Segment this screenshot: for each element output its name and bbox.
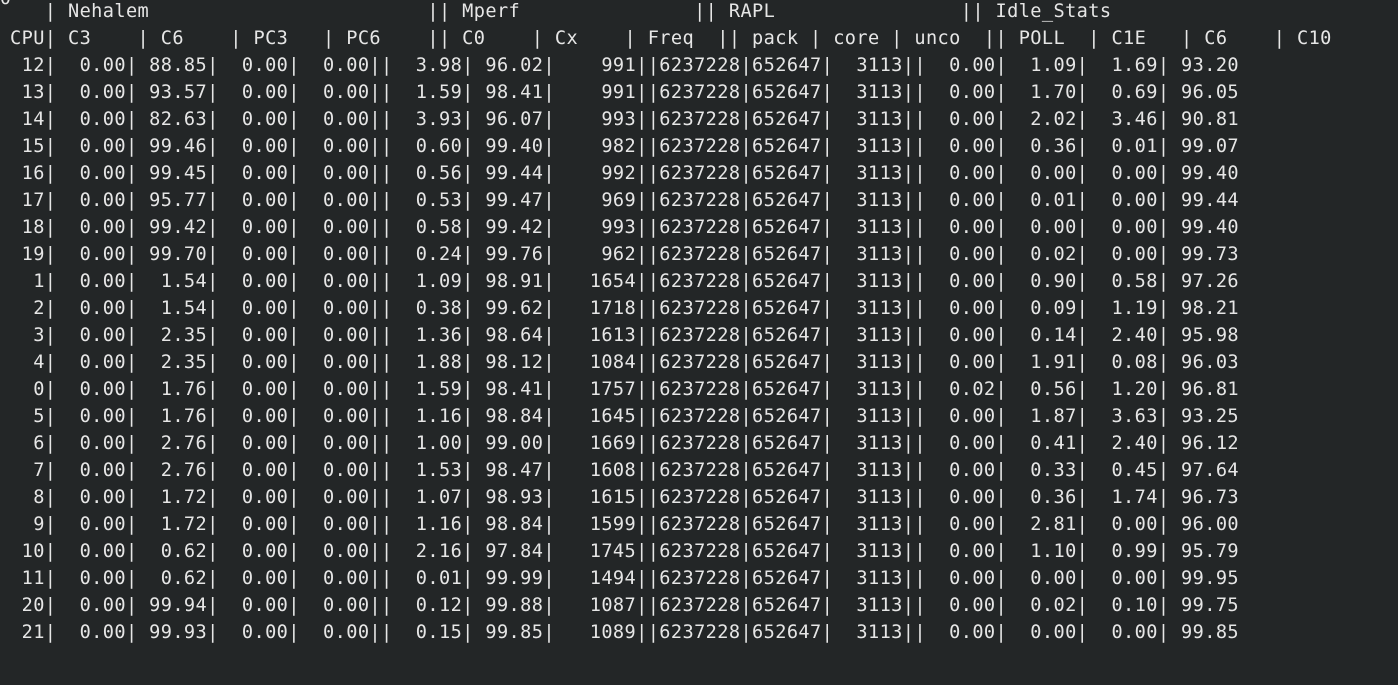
table-row: 10| 0.00| 0.62| 0.00| 0.00|| 2.16| 97.84… [10, 541, 1240, 562]
table-row: 4| 0.00| 2.35| 0.00| 0.00|| 1.88| 98.12|… [10, 352, 1240, 373]
table-row: 1| 0.00| 1.54| 0.00| 0.00|| 1.09| 98.91|… [10, 271, 1240, 292]
table-row: 11| 0.00| 0.62| 0.00| 0.00|| 0.01| 99.99… [10, 568, 1240, 589]
table-row: 3| 0.00| 2.35| 0.00| 0.00|| 1.36| 98.64|… [10, 325, 1240, 346]
table-row: 21| 0.00| 99.93| 0.00| 0.00|| 0.15| 99.8… [10, 622, 1240, 643]
table-row: 5| 0.00| 1.76| 0.00| 0.00|| 1.16| 98.84|… [10, 406, 1240, 427]
table-row: 20| 0.00| 99.94| 0.00| 0.00|| 0.12| 99.8… [10, 595, 1240, 616]
column-header-line: CPU| C3 | C6 | PC3 | PC6 || C0 | Cx | Fr… [10, 28, 1332, 49]
turbostat-output: | Nehalem || Mperf || RAPL || Idle_Stats… [10, 0, 1332, 646]
group-header-line: | Nehalem || Mperf || RAPL || Idle_Stats [10, 1, 1112, 22]
terminal-window[interactable]: 0 | Nehalem || Mperf || RAPL || Idle_Sta… [0, 0, 1398, 685]
table-row: 0| 0.00| 1.76| 0.00| 0.00|| 1.59| 98.41|… [10, 379, 1240, 400]
table-row: 19| 0.00| 99.70| 0.00| 0.00|| 0.24| 99.7… [10, 244, 1240, 265]
table-row: 12| 0.00| 88.85| 0.00| 0.00|| 3.98| 96.0… [10, 55, 1240, 76]
table-row: 16| 0.00| 99.45| 0.00| 0.00|| 0.56| 99.4… [10, 163, 1240, 184]
table-row: 6| 0.00| 2.76| 0.00| 0.00|| 1.00| 99.00|… [10, 433, 1240, 454]
table-row: 8| 0.00| 1.72| 0.00| 0.00|| 1.07| 98.93|… [10, 487, 1240, 508]
table-row: 15| 0.00| 99.46| 0.00| 0.00|| 0.60| 99.4… [10, 136, 1240, 157]
table-row: 9| 0.00| 1.72| 0.00| 0.00|| 1.16| 98.84|… [10, 514, 1240, 535]
table-row: 2| 0.00| 1.54| 0.00| 0.00|| 0.38| 99.62|… [10, 298, 1240, 319]
table-row: 17| 0.00| 95.77| 0.00| 0.00|| 0.53| 99.4… [10, 190, 1240, 211]
table-row: 13| 0.00| 93.57| 0.00| 0.00|| 1.59| 98.4… [10, 82, 1240, 103]
table-row: 14| 0.00| 82.63| 0.00| 0.00|| 3.93| 96.0… [10, 109, 1240, 130]
table-row: 7| 0.00| 2.76| 0.00| 0.00|| 1.53| 98.47|… [10, 460, 1240, 481]
table-row: 18| 0.00| 99.42| 0.00| 0.00|| 0.58| 99.4… [10, 217, 1240, 238]
